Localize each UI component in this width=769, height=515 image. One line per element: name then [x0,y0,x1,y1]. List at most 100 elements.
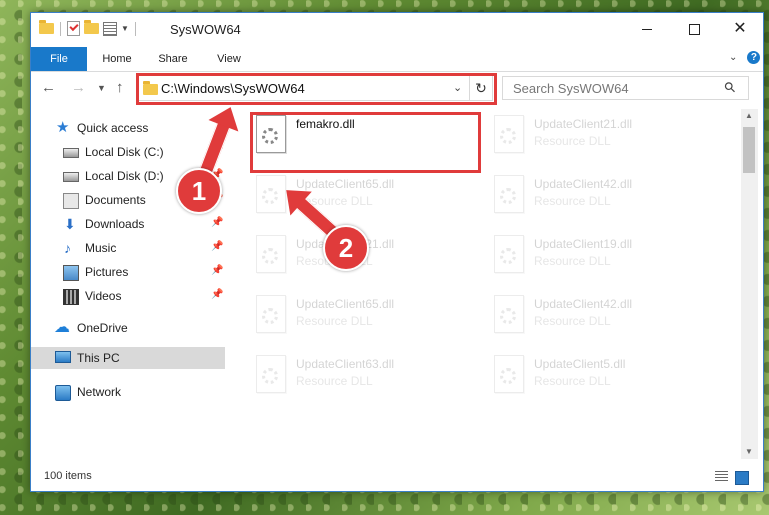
search-input[interactable]: Search SysWOW64 ⚲ [502,76,749,100]
callout-badge-1: 1 [176,168,222,214]
search-icon[interactable]: ⚲ [720,78,739,97]
sidebar-item-network[interactable]: Network [31,381,225,403]
window-title: SysWOW64 [170,22,241,37]
file-name: UpdateClient63.dll [296,357,395,371]
dll-file-icon [256,235,286,273]
ribbon-tabs: File Home Share View ⌄ ? [31,47,763,72]
ribbon-controls: ⌄ ? [729,51,761,64]
maximize-button[interactable] [671,13,717,45]
onedrive-icon: ☁ [54,319,70,336]
sidebar-item-onedrive[interactable]: ☁ OneDrive [31,317,225,339]
recent-locations-icon[interactable]: ▼ [97,83,106,93]
vertical-scrollbar[interactable]: ▲ ▼ [741,109,758,459]
pin-icon: 📌 [211,241,224,252]
sidebar-item-label: Downloads [85,217,145,231]
item-count: 100 items [44,470,92,482]
close-button[interactable]: ✕ [717,13,763,45]
file-type: Resource DLL [296,374,373,388]
file-item[interactable]: UpdateClient42.dll Resource DLL [484,169,716,225]
help-icon[interactable]: ? [747,51,761,64]
sidebar-item-label: Videos [85,289,122,303]
toolbar-separator [60,21,61,36]
sidebar-item-quick-access[interactable]: ★ Quick access [31,117,225,139]
file-type: Resource DLL [534,134,611,148]
file-item[interactable]: UpdateClient42.dll Resource DLL [484,289,716,345]
minimize-button[interactable] [624,13,670,45]
dll-file-icon [494,115,524,153]
dll-file-icon [494,355,524,393]
customize-icon[interactable] [103,21,117,36]
tab-share[interactable]: Share [151,47,195,71]
file-item[interactable]: UpdateClient5.dll Resource DLL [484,349,716,405]
tab-view[interactable]: View [207,47,251,71]
pin-icon: 📌 [211,217,224,228]
forward-arrow-icon[interactable]: → [71,79,86,96]
sidebar-item-label: Documents [85,193,146,207]
dll-file-icon [256,355,286,393]
tab-file[interactable]: File [31,47,87,71]
sidebar-item-this-pc[interactable]: This PC [31,347,225,369]
sidebar-item-music[interactable]: ♪ Music 📌 [31,237,225,259]
details-view-icon[interactable] [715,471,728,482]
scroll-up-icon[interactable]: ▲ [745,111,753,120]
tab-home[interactable]: Home [95,47,139,71]
pictures-icon [63,265,79,281]
file-name: UpdateClient19.dll [534,237,633,251]
large-icons-view-icon[interactable] [735,471,749,485]
file-type: Resource DLL [534,374,611,388]
address-highlight-box [136,73,497,105]
file-name: UpdateClient21.dll [534,117,633,131]
up-arrow-icon[interactable]: ↑ [116,79,124,96]
file-item[interactable]: UpdateClient63.dll Resource DLL [246,349,478,405]
pin-icon: 📌 [211,265,224,276]
chevron-down-icon[interactable]: ▼ [121,24,129,33]
sidebar-item-local-disk-c[interactable]: Local Disk (C:) 📌 [31,141,225,163]
music-icon: ♪ [64,240,71,256]
disk-icon [63,148,79,158]
file-type: Resource DLL [296,314,373,328]
file-name: UpdateClient65.dll [296,297,395,311]
sidebar-item-pictures[interactable]: Pictures 📌 [31,261,225,283]
sidebar-item-videos[interactable]: Videos 📌 [31,285,225,307]
disk-icon [63,172,79,182]
new-folder-icon[interactable] [84,20,99,34]
file-type: Resource DLL [534,254,611,268]
navigation-pane: ★ Quick access Local Disk (C:) 📌 Local D… [31,111,225,451]
downloads-icon: ⬇ [64,216,76,232]
pc-icon [55,351,71,363]
sidebar-item-label: Network [77,385,122,399]
network-icon [55,385,71,401]
back-arrow-icon[interactable]: ← [41,79,56,96]
status-bar: 100 items [31,466,763,490]
file-item[interactable]: UpdateClient65.dll Resource DLL [246,289,478,345]
search-placeholder: Search SysWOW64 [513,81,629,96]
file-item[interactable]: UpdateClient19.dll Resource DLL [484,229,716,285]
documents-icon [63,193,79,209]
quick-access-toolbar: ▼ [39,20,138,36]
folder-icon[interactable] [39,20,54,34]
title-bar: ▼ SysWOW64 ✕ [31,13,763,47]
file-item[interactable]: UpdateClient21.dll Resource DLL [484,109,716,165]
minimize-icon [642,28,652,30]
sidebar-item-label: Local Disk (C:) [85,145,164,159]
properties-check-icon[interactable] [67,21,80,36]
scroll-down-icon[interactable]: ▼ [745,447,753,456]
pin-icon: 📌 [211,289,224,300]
sidebar-item-label: OneDrive [77,321,128,335]
maximize-icon [688,23,700,35]
sidebar-item-label: Quick access [77,121,149,135]
file-type: Resource DLL [534,194,611,208]
scroll-thumb[interactable] [743,127,755,173]
dll-file-icon [494,175,524,213]
dll-file-icon [494,295,524,333]
dll-file-icon [494,235,524,273]
toolbar-separator [134,21,136,36]
sidebar-item-label: Local Disk (D:) [85,169,164,183]
file-name: UpdateClient42.dll [534,177,633,191]
file-name: UpdateClient5.dll [534,357,626,371]
videos-icon [63,289,79,305]
sidebar-item-label: Music [85,241,117,255]
navigation-bar: ← → ▼ ↑ C:\Windows\SysWOW64 ⌄ ↻ Search S… [31,72,763,105]
expand-ribbon-icon[interactable]: ⌄ [729,52,737,63]
sidebar-item-downloads[interactable]: ⬇ Downloads 📌 [31,213,225,235]
